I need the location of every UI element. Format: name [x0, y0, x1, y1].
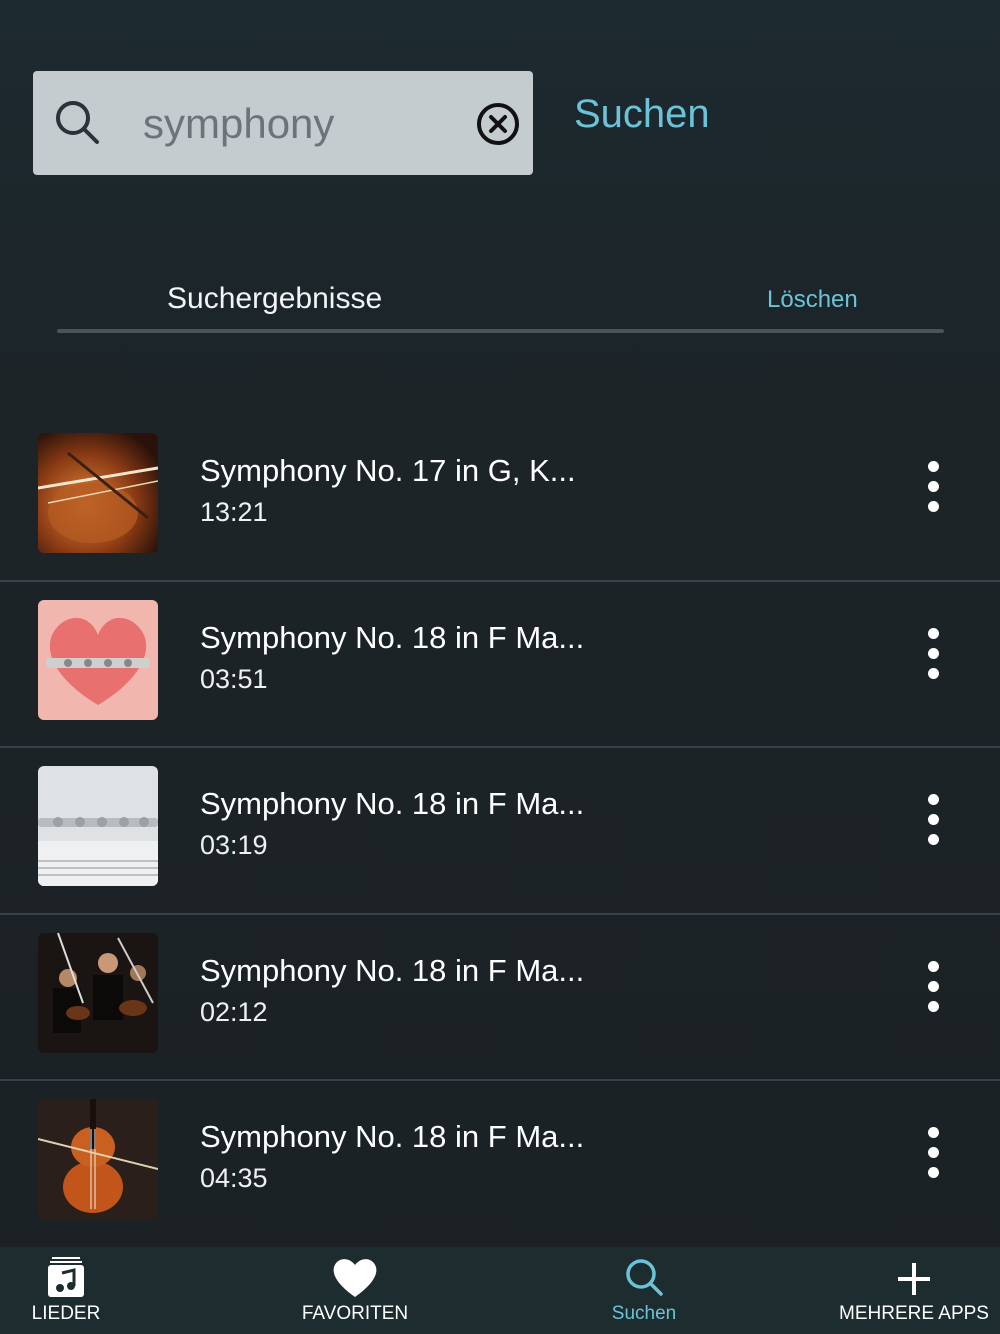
song-title: Symphony No. 18 in F Ma... [200, 952, 585, 988]
orchestra-thumbnail [38, 932, 158, 1053]
tab-mehrere-apps[interactable]: MEHRERE APPS [838, 1247, 990, 1334]
clear-search-icon[interactable] [475, 101, 521, 147]
more-options-icon[interactable] [921, 457, 945, 517]
search-box[interactable] [33, 71, 533, 175]
song-title: Symphony No. 18 in F Ma... [200, 619, 585, 655]
song-duration: 04:35 [200, 1163, 268, 1193]
search-icon [626, 1259, 663, 1296]
music-list-icon [48, 1257, 84, 1297]
divider [57, 329, 944, 333]
song-duration: 03:19 [200, 830, 268, 860]
tab-bar: LIEDER FAVORITEN Suchen MEHRERE APPS [0, 1247, 1000, 1334]
tab-label: FAVORITEN [301, 1303, 409, 1324]
song-title: Symphony No. 17 in G, K... [200, 453, 576, 488]
tab-suchen[interactable]: Suchen [596, 1247, 692, 1334]
flute-sheet-thumbnail [38, 766, 158, 886]
flute-heart-thumbnail [38, 599, 158, 720]
more-options-icon[interactable] [921, 957, 945, 1017]
tab-label: LIEDER [31, 1303, 101, 1324]
search-icon [56, 101, 99, 144]
song-duration: 13:21 [200, 497, 268, 527]
more-options-icon[interactable] [921, 624, 945, 684]
song-duration: 03:51 [200, 663, 268, 694]
clear-results-button[interactable]: Löschen [767, 286, 858, 314]
list-item[interactable]: Symphony No. 18 in F Ma... 04:35 [0, 1081, 1000, 1248]
results-header: Suchergebnisse [167, 282, 383, 315]
list-item[interactable]: Symphony No. 18 in F Ma... 03:51 [0, 582, 1000, 748]
song-title: Symphony No. 18 in F Ma... [200, 786, 585, 821]
tab-lieder[interactable]: LIEDER [20, 1247, 112, 1334]
violin-thumbnail [38, 433, 158, 553]
song-duration: 02:12 [200, 996, 268, 1027]
heart-icon [333, 1259, 377, 1297]
list-item[interactable]: Symphony No. 17 in G, K... 13:21 [0, 415, 1000, 582]
results-list: Symphony No. 17 in G, K... 13:21 Symphon… [0, 415, 1000, 1248]
search-button[interactable]: Suchen [574, 92, 710, 137]
cello-thumbnail [38, 1099, 158, 1219]
song-title: Symphony No. 18 in F Ma... [200, 1119, 585, 1154]
tab-label: Suchen [611, 1303, 677, 1324]
more-options-icon[interactable] [921, 1123, 945, 1183]
search-input[interactable] [141, 93, 465, 155]
list-item[interactable]: Symphony No. 18 in F Ma... 03:19 [0, 748, 1000, 915]
tab-label: MEHRERE APPS [839, 1303, 989, 1324]
more-options-icon[interactable] [921, 790, 945, 850]
tab-favoriten[interactable]: FAVORITEN [295, 1247, 415, 1334]
plus-icon [898, 1263, 930, 1295]
list-item[interactable]: Symphony No. 18 in F Ma... 02:12 [0, 915, 1000, 1081]
